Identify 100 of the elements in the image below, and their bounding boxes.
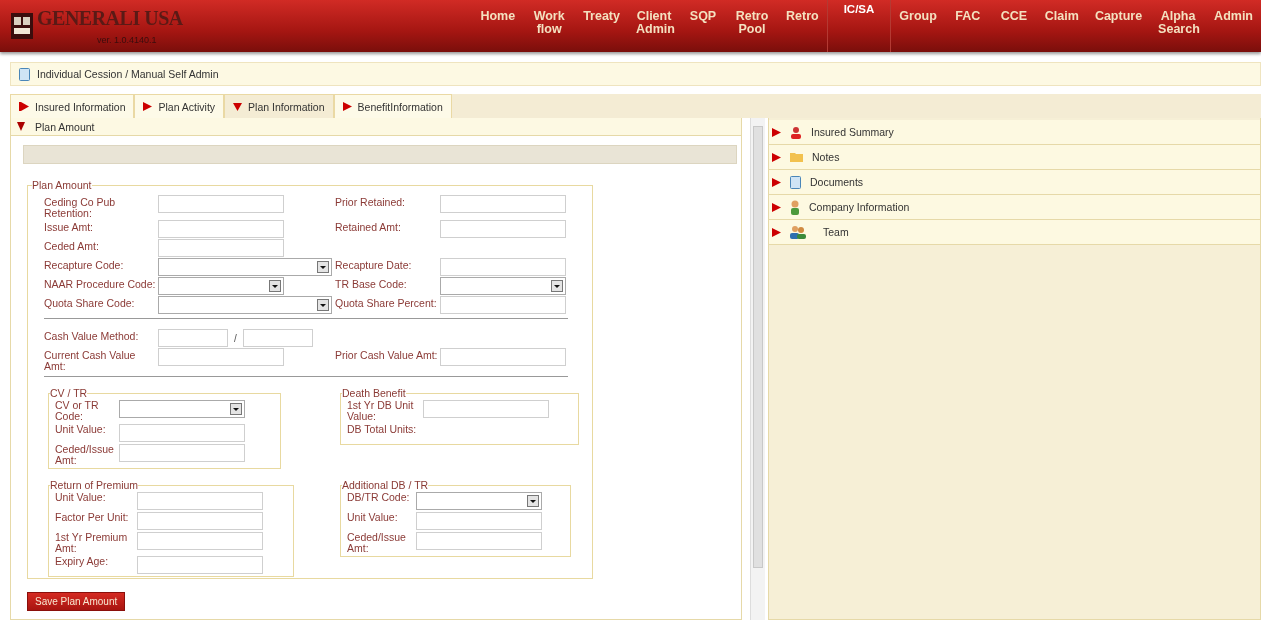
field-label: Current Cash Value Amt: [44, 348, 137, 372]
fieldset-legend: CV / TR [50, 387, 88, 399]
input-field[interactable] [423, 399, 549, 418]
caret-right-icon [772, 177, 781, 187]
input-field[interactable] [137, 511, 263, 530]
input-field[interactable] [158, 239, 284, 257]
nav-link[interactable]: Client Admin [628, 0, 680, 52]
nav-link[interactable]: Work flow [523, 0, 576, 52]
input-field[interactable] [158, 195, 284, 213]
field-label: Ceding Co Pub Retention: [44, 195, 117, 219]
flag-icon [19, 102, 29, 111]
fieldset-legend: Death Benefit [342, 387, 406, 399]
caret-right-icon [143, 102, 153, 111]
nav-link[interactable]: Retro [778, 0, 827, 52]
tab[interactable]: Plan Information [224, 94, 334, 118]
nav-link[interactable]: FAC [944, 0, 991, 52]
nav-link[interactable]: Treaty [575, 0, 628, 52]
team-icon [790, 225, 806, 239]
section-header[interactable]: Plan Amount [11, 118, 741, 136]
field-label: Expiry Age: [55, 555, 110, 567]
caret-down-icon [233, 102, 243, 111]
field-label: Ceded Amt: [44, 239, 100, 254]
nav-link[interactable]: Admin [1206, 0, 1261, 52]
field-label: Ceded/Issue Amt: [347, 531, 407, 554]
fieldset-legend: Plan Amount [32, 179, 92, 191]
caret-down-icon [17, 122, 25, 131]
version-label: ver. 1.0.4140.1 [96, 35, 158, 45]
input-field[interactable] [440, 220, 566, 238]
field-label: Prior Retained: [335, 195, 407, 210]
field-label: Ceded/Issue Amt: [55, 443, 115, 466]
input-field[interactable] [158, 329, 228, 347]
document-icon [790, 175, 801, 189]
nav-link[interactable]: CCE [990, 0, 1037, 52]
caret-right-icon [772, 202, 781, 212]
dropdown[interactable] [158, 296, 332, 314]
nav-link[interactable]: Claim [1036, 0, 1087, 52]
accordion-header[interactable]: Insured Summary [769, 120, 1260, 145]
dropdown[interactable] [158, 258, 332, 276]
field-label: Cash Value Method: [44, 329, 140, 344]
field-label: Unit Value: [55, 423, 107, 435]
caret-right-icon [772, 227, 781, 237]
field-label: NAAR Procedure Code: [44, 277, 157, 292]
person-icon [790, 125, 802, 139]
nav-link[interactable]: Alpha Search [1150, 0, 1207, 52]
field-label: Issue Amt: [44, 220, 95, 235]
dropdown[interactable] [416, 491, 542, 510]
input-field[interactable] [440, 195, 566, 213]
logo-icon [11, 13, 33, 39]
fieldset-legend: Return of Premium [50, 479, 139, 491]
separator-text: / [234, 332, 237, 344]
caret-right-icon [342, 102, 352, 111]
dropdown[interactable] [158, 277, 284, 295]
input-field[interactable] [158, 220, 284, 238]
field-label: Retained Amt: [335, 220, 402, 235]
field-label: 1st Yr Premium Amt: [55, 531, 129, 554]
field-label: Factor Per Unit: [55, 511, 130, 523]
nav-link[interactable]: IC/SA [826, 0, 892, 52]
scrollbar[interactable] [750, 118, 765, 620]
input-field[interactable] [119, 423, 245, 442]
document-icon [19, 67, 30, 81]
nav-link[interactable]: Home [472, 0, 524, 52]
field-label: Quota Share Code: [44, 296, 136, 311]
accordion-header[interactable]: Documents [769, 170, 1260, 195]
tab[interactable]: Insured Information [10, 94, 135, 118]
breadcrumb: Individual Cession / Manual Self Admin [37, 68, 219, 80]
field-label: Unit Value: [347, 511, 399, 523]
nav-link[interactable]: Capture [1086, 0, 1151, 52]
input-field[interactable] [440, 348, 566, 366]
field-label: DB Total Units: [347, 423, 418, 435]
input-field[interactable] [137, 531, 263, 550]
nav-link[interactable]: SQP [680, 0, 726, 52]
accordion-header[interactable]: Team [769, 220, 1260, 245]
input-field[interactable] [119, 443, 245, 462]
nav-link[interactable]: Retro Pool [726, 0, 778, 52]
input-field[interactable] [440, 296, 566, 314]
field-label: Prior Cash Value Amt: [335, 348, 439, 363]
accordion-header[interactable]: Company Information [769, 195, 1260, 220]
save-button[interactable]: Save Plan Amount [27, 592, 126, 611]
tab[interactable]: Plan Activity [134, 94, 225, 118]
dropdown[interactable] [440, 277, 566, 295]
accordion-header[interactable]: Notes [769, 145, 1260, 170]
input-field[interactable] [416, 511, 542, 530]
input-field[interactable] [137, 555, 263, 574]
input-field[interactable] [416, 531, 542, 550]
section-title: Plan Amount [35, 120, 95, 133]
folder-icon [790, 152, 803, 162]
input-field[interactable] [158, 348, 284, 366]
field-label: Recapture Code: [44, 258, 125, 273]
field-label: DB/TR Code: [347, 491, 411, 503]
tab[interactable]: BenefitInformation [333, 94, 452, 118]
person-icon [790, 199, 800, 215]
nav-link[interactable]: Group [891, 0, 945, 52]
logo-title: GENERALI USA [37, 7, 183, 28]
fieldset-legend: Additional DB / TR [342, 479, 429, 491]
dropdown[interactable] [119, 399, 245, 418]
field-label: 1st Yr DB Unit Value: [347, 399, 415, 422]
caret-right-icon [772, 152, 781, 162]
input-field[interactable] [440, 258, 566, 276]
input-field[interactable] [242, 329, 313, 347]
input-field[interactable] [137, 491, 263, 510]
